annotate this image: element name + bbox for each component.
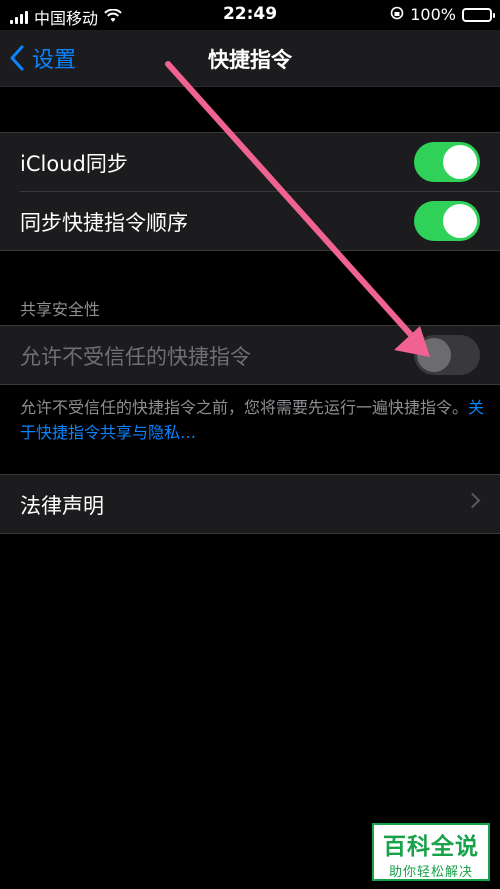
sync-order-row: 同步快捷指令顺序: [20, 191, 500, 250]
icloud-sync-label: iCloud同步: [20, 152, 128, 176]
icloud-sync-toggle[interactable]: [414, 142, 480, 182]
chevron-right-icon: [464, 492, 481, 509]
watermark-title: 百科全说: [383, 834, 479, 860]
battery-icon: [462, 7, 495, 22]
icloud-sync-row: iCloud同步: [0, 133, 500, 191]
navigation-bar: 设置 快捷指令: [0, 30, 500, 87]
page-title: 快捷指令: [208, 48, 292, 72]
security-footer-text: 允许不受信任的快捷指令之前，您将需要先运行一遍快捷指令。: [20, 398, 469, 417]
watermark-logo: 百科全说 助你轻松解决: [372, 823, 490, 881]
watermark-subtitle: 助你轻松解决: [388, 865, 473, 880]
untrusted-shortcuts-label: 允许不受信任的快捷指令: [20, 345, 251, 369]
sync-settings-group: iCloud同步 同步快捷指令顺序: [0, 132, 500, 251]
status-bar: 中国移动 22:49 100%: [0, 0, 500, 30]
sync-order-toggle[interactable]: [414, 201, 480, 241]
battery-percent: 100%: [410, 5, 456, 24]
legal-group: 法律声明: [0, 474, 500, 534]
untrusted-shortcuts-toggle[interactable]: [414, 335, 480, 375]
untrusted-shortcuts-row: 允许不受信任的快捷指令: [0, 326, 500, 384]
orientation-lock-icon: [390, 5, 404, 24]
sync-order-label: 同步快捷指令顺序: [20, 211, 188, 235]
security-footer: 允许不受信任的快捷指令之前，您将需要先运行一遍快捷指令。关于快捷指令共享与隐私…: [20, 396, 486, 446]
legal-label: 法律声明: [20, 494, 104, 518]
security-group: 允许不受信任的快捷指令: [0, 325, 500, 385]
section-header-security: 共享安全性: [20, 300, 101, 319]
legal-row[interactable]: 法律声明: [0, 475, 500, 533]
